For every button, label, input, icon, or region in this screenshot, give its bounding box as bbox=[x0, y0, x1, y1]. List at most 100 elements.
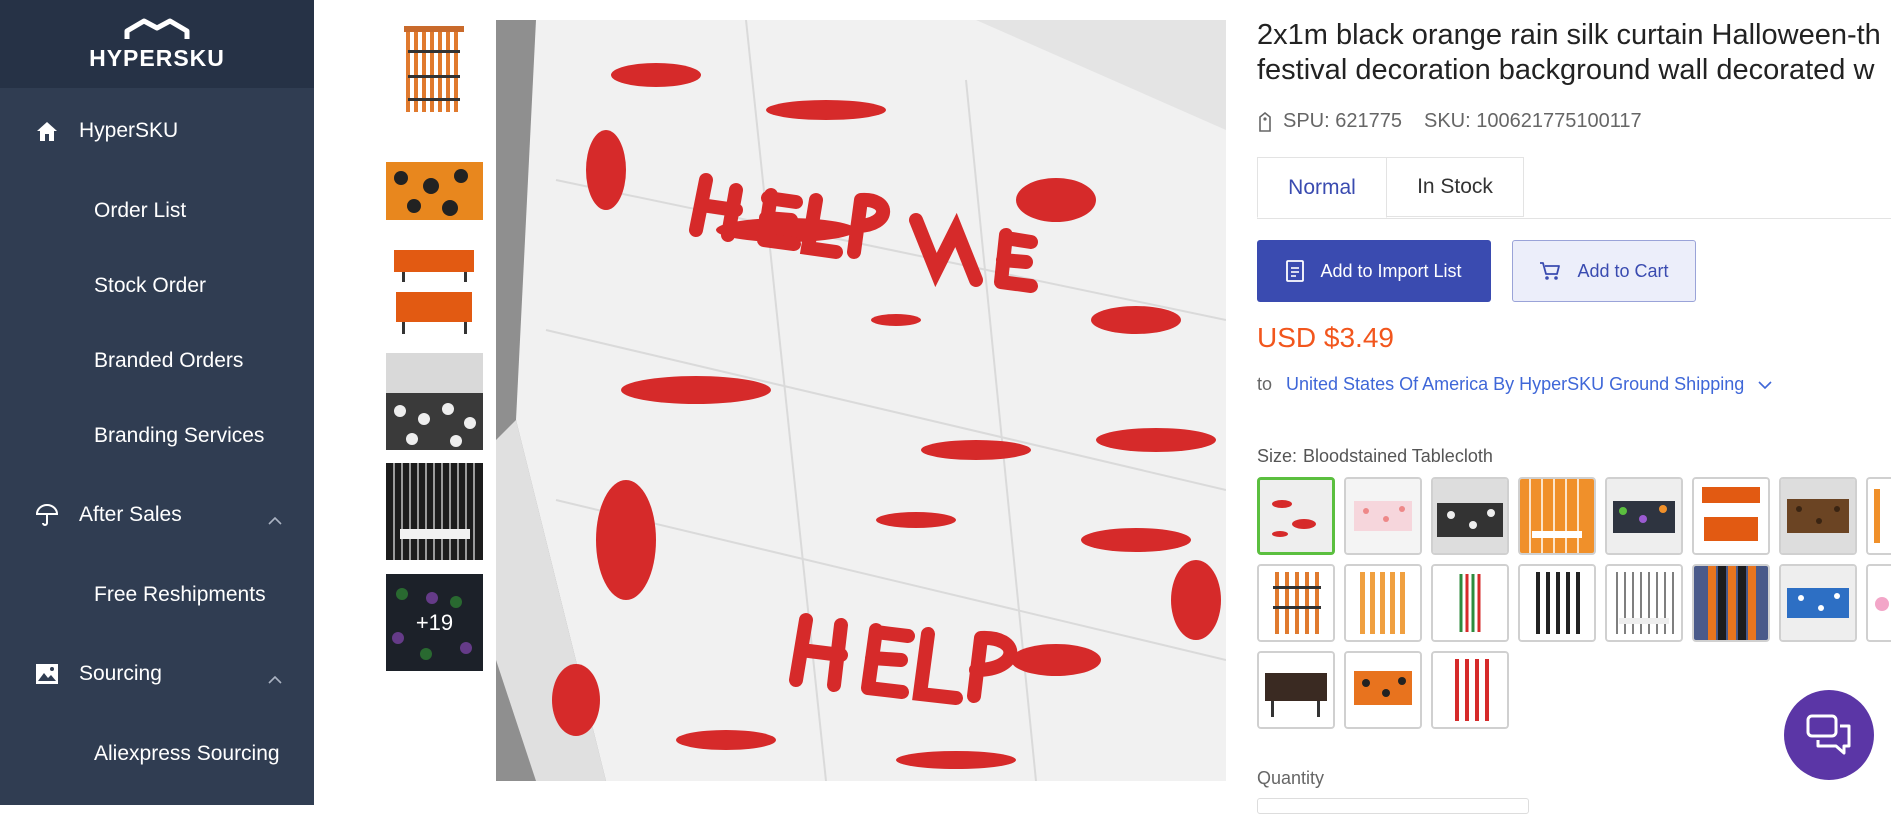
black-curtain-swatch-image bbox=[1520, 566, 1594, 640]
orange-tablecloth-thumbnail-image bbox=[386, 240, 483, 337]
image-icon bbox=[34, 661, 60, 687]
size-swatch[interactable] bbox=[1257, 564, 1335, 642]
size-swatch[interactable] bbox=[1866, 477, 1891, 555]
sidebar-item-label: Sourcing bbox=[79, 662, 162, 685]
chevron-up-icon bbox=[268, 666, 282, 690]
sidebar-item-after-sales[interactable]: After Sales bbox=[0, 485, 314, 545]
sidebar-item-sourcing[interactable]: Sourcing bbox=[0, 644, 314, 704]
chat-button[interactable] bbox=[1784, 690, 1874, 780]
orange-black-curtain-swatch-image bbox=[1259, 566, 1333, 640]
chevron-up-icon bbox=[268, 507, 282, 531]
add-to-import-list-button[interactable]: Add to Import List bbox=[1257, 240, 1491, 302]
cart-icon bbox=[1539, 261, 1561, 281]
size-label-text: Size: bbox=[1257, 446, 1298, 466]
product-price: USD $3.49 bbox=[1257, 322, 1394, 353]
chat-icon bbox=[1806, 714, 1852, 756]
pink-tablecloth-swatch-image bbox=[1346, 479, 1420, 553]
silver-curtain-thumbnail-image bbox=[386, 463, 483, 560]
sidebar-item-order-list[interactable]: Order List bbox=[0, 181, 314, 241]
orange-curtain-swatch-image bbox=[1520, 479, 1594, 553]
sidebar-item-stock-order[interactable]: Stock Order bbox=[0, 256, 314, 316]
product-title: 2x1m black orange rain silk curtain Hall… bbox=[1257, 18, 1891, 88]
gallery-thumbnail[interactable] bbox=[386, 353, 483, 450]
size-swatch[interactable] bbox=[1344, 651, 1422, 729]
tab-normal[interactable]: Normal bbox=[1257, 157, 1387, 218]
gallery-thumbnail-more[interactable]: +19 bbox=[386, 574, 483, 671]
size-swatch[interactable] bbox=[1779, 477, 1857, 555]
more-images-count: +19 bbox=[386, 574, 483, 671]
size-swatch[interactable] bbox=[1257, 477, 1335, 555]
chevron-down-icon[interactable] bbox=[1758, 380, 1772, 389]
sidebar: HYPERSKU HyperSKU Order List Stock Order… bbox=[0, 0, 314, 805]
product-title-line: festival decoration background wall deco… bbox=[1257, 54, 1875, 86]
curtain-thumbnail-image bbox=[386, 20, 483, 117]
product-title-line: 2x1m black orange rain silk curtain Hall… bbox=[1257, 19, 1881, 51]
sidebar-item-branded-orders[interactable]: Branded Orders bbox=[0, 331, 314, 391]
size-swatch[interactable] bbox=[1518, 564, 1596, 642]
dark-tablecloth-swatch-image bbox=[1259, 653, 1333, 727]
shipping-row: to United States Of America By HyperSKU … bbox=[1257, 374, 1772, 395]
skull-tablecloth-thumbnail-image bbox=[386, 353, 483, 450]
size-swatch[interactable] bbox=[1692, 477, 1770, 555]
size-swatch[interactable] bbox=[1518, 477, 1596, 555]
product-codes: SPU: 621775 SKU: 100621775100117 bbox=[1257, 110, 1642, 133]
size-selected-value: Bloodstained Tablecloth bbox=[1303, 446, 1493, 466]
size-swatch[interactable] bbox=[1779, 564, 1857, 642]
add-to-cart-button[interactable]: Add to Cart bbox=[1512, 240, 1696, 302]
orange-pumpkin-tablecloth-swatch-image bbox=[1346, 653, 1420, 727]
pumpkin-tablecloth-thumbnail-image bbox=[386, 130, 483, 227]
bloodstained-tablecloth-image bbox=[496, 20, 1226, 781]
size-label: Size: Bloodstained Tablecloth bbox=[1257, 446, 1493, 467]
sku-code: SKU: 100621775100117 bbox=[1423, 110, 1642, 132]
size-swatch[interactable] bbox=[1605, 477, 1683, 555]
brand-name: HYPERSKU bbox=[89, 44, 225, 71]
sidebar-item-label: Free Reshipments bbox=[94, 583, 266, 606]
size-swatch[interactable] bbox=[1866, 564, 1891, 642]
striped-curtain-swatch-image bbox=[1694, 566, 1768, 640]
sidebar-item-hypersku[interactable]: HyperSKU bbox=[0, 101, 314, 161]
orange-tablecloth-swatch-image bbox=[1694, 479, 1768, 553]
size-swatch[interactable] bbox=[1692, 564, 1770, 642]
sidebar-item-label: HyperSKU bbox=[79, 119, 179, 142]
red-tinsel-swatch-image bbox=[1433, 653, 1507, 727]
beaded-curtain-swatch-image bbox=[1346, 566, 1420, 640]
shipping-method-selector[interactable]: United States Of America By HyperSKU Gro… bbox=[1286, 374, 1744, 395]
document-icon bbox=[1286, 260, 1305, 282]
silver-curtain-swatch-image bbox=[1607, 566, 1681, 640]
size-swatch[interactable] bbox=[1431, 477, 1509, 555]
sidebar-item-branding-services[interactable]: Branding Services bbox=[0, 406, 314, 466]
sidebar-item-label: Stock Order bbox=[94, 274, 207, 297]
sidebar-item-label: Branding Services bbox=[94, 424, 265, 447]
size-swatch[interactable] bbox=[1605, 564, 1683, 642]
button-label: Add to Cart bbox=[1577, 260, 1669, 281]
stock-tabs: Normal In Stock bbox=[1257, 157, 1891, 219]
size-swatch[interactable] bbox=[1431, 651, 1509, 729]
blue-tablecloth-swatch-image bbox=[1781, 566, 1855, 640]
size-swatch[interactable] bbox=[1431, 564, 1509, 642]
sidebar-item-label: Branded Orders bbox=[94, 349, 244, 372]
brand-logo[interactable]: HYPERSKU bbox=[0, 0, 314, 88]
main-product-image[interactable] bbox=[496, 20, 1226, 781]
button-label: Add to Import List bbox=[1320, 260, 1462, 281]
bloodstained-swatch-image bbox=[1260, 480, 1332, 552]
sidebar-item-label: After Sales bbox=[79, 503, 182, 526]
partial-swatch-image bbox=[1868, 479, 1891, 553]
colorful-tablecloth-swatch-image bbox=[1607, 479, 1681, 553]
sidebar-item-label: Aliexpress Sourcing bbox=[94, 742, 280, 765]
gallery-thumbnail[interactable] bbox=[386, 240, 483, 337]
gallery-thumbnail[interactable] bbox=[386, 130, 483, 227]
sidebar-item-aliexpress-sourcing[interactable]: Aliexpress Sourcing bbox=[0, 724, 314, 784]
size-swatch[interactable] bbox=[1257, 651, 1335, 729]
brown-tablecloth-swatch-image bbox=[1781, 479, 1855, 553]
quantity-stepper[interactable] bbox=[1257, 798, 1529, 814]
tab-in-stock[interactable]: In Stock bbox=[1386, 157, 1524, 217]
home-icon bbox=[34, 118, 60, 144]
tag-icon bbox=[1257, 111, 1273, 132]
size-swatch[interactable] bbox=[1344, 477, 1422, 555]
gallery-thumbnail[interactable] bbox=[386, 463, 483, 560]
green-red-tinsel-swatch-image bbox=[1433, 566, 1507, 640]
spu-code: SPU: 621775 bbox=[1283, 110, 1402, 132]
size-swatch[interactable] bbox=[1344, 564, 1422, 642]
sidebar-item-free-reshipments[interactable]: Free Reshipments bbox=[0, 565, 314, 625]
gallery-thumbnail[interactable] bbox=[386, 20, 483, 117]
